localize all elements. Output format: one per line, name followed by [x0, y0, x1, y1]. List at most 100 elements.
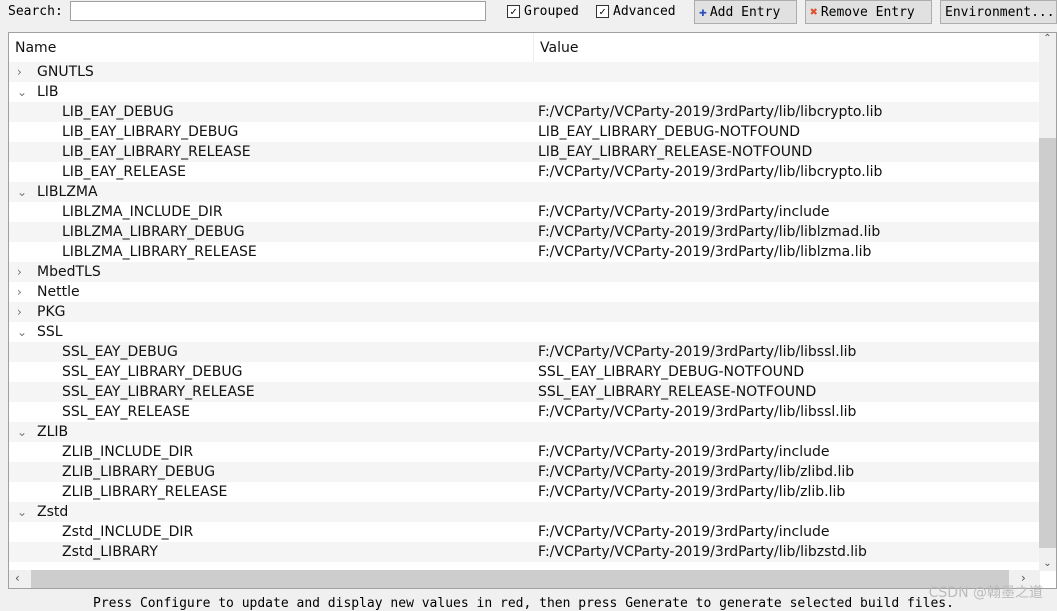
- tree-group[interactable]: ⌄ Zstd: [9, 502, 1040, 522]
- advanced-checkbox[interactable]: ✓ Advanced: [596, 4, 676, 19]
- table-row[interactable]: SSL_EAY_RELEASE F:/VCParty/VCParty-2019/3…: [9, 402, 1040, 422]
- entry-value[interactable]: SSL_EAY_LIBRARY_DEBUG-NOTFOUND: [538, 362, 804, 382]
- entry-value[interactable]: LIB_EAY_LIBRARY_DEBUG-NOTFOUND: [538, 122, 800, 142]
- entry-value[interactable]: F:/VCParty/VCParty-2019/3rdParty/lib/zli…: [538, 482, 845, 502]
- entry-value[interactable]: F:/VCParty/VCParty-2019/3rdParty/lib/lib…: [538, 342, 856, 362]
- search-label: Search:: [8, 4, 63, 19]
- grouped-checkbox[interactable]: ✓ Grouped: [507, 4, 579, 19]
- tree-group[interactable]: › Nettle: [9, 282, 1040, 302]
- advanced-label: Advanced: [613, 4, 676, 19]
- entry-name: GNUTLS: [37, 64, 94, 80]
- table-row[interactable]: LIB_EAY_RELEASE F:/VCParty/VCParty-2019/3…: [9, 162, 1040, 182]
- remove-entry-button[interactable]: ✖ Remove Entry: [805, 0, 932, 24]
- chevron-right-icon[interactable]: ›: [17, 262, 22, 282]
- watermark: CSDN @翰墨之道: [928, 585, 1043, 601]
- table-row[interactable]: LIB_EAY_LIBRARY_DEBUG LIB_EAY_LIBRARY_DEB…: [9, 122, 1040, 142]
- tree-group[interactable]: › MbedTLS: [9, 262, 1040, 282]
- entry-value[interactable]: F:/VCParty/VCParty-2019/3rdParty/lib/lib…: [538, 242, 871, 262]
- entry-name: LIB_EAY_DEBUG: [62, 104, 174, 120]
- entry-name: Zstd_LIBRARY: [62, 544, 158, 560]
- cache-tree[interactable]: Name Value › GNUTLS ⌄ LIB LIB_EAY_DEBUG F:/VC…: [8, 32, 1057, 589]
- column-value[interactable]: Value: [534, 33, 584, 62]
- chevron-down-icon[interactable]: ⌄: [17, 322, 27, 342]
- scroll-left-icon[interactable]: ‹: [15, 571, 20, 585]
- entry-value[interactable]: F:/VCParty/VCParty-2019/3rdParty/lib/zli…: [538, 462, 854, 482]
- table-row[interactable]: ZLIB_LIBRARY_RELEASE F:/VCParty/VCParty-2…: [9, 482, 1040, 502]
- table-row[interactable]: LIBLZMA_INCLUDE_DIR F:/VCParty/VCParty-20…: [9, 202, 1040, 222]
- scroll-down-icon[interactable]: ⌄: [1039, 558, 1056, 569]
- chevron-down-icon[interactable]: ⌄: [17, 182, 27, 202]
- entry-value[interactable]: F:/VCParty/VCParty-2019/3rdParty/lib/lib…: [538, 102, 882, 122]
- chevron-down-icon[interactable]: ⌄: [17, 502, 27, 522]
- column-name[interactable]: Name: [9, 33, 534, 62]
- tree-group[interactable]: ⌄ LIB: [9, 82, 1040, 102]
- entry-value[interactable]: F:/VCParty/VCParty-2019/3rdParty/include: [538, 442, 829, 462]
- search-input[interactable]: [70, 1, 486, 21]
- add-entry-label: Add Entry: [709, 4, 781, 20]
- horizontal-scroll-thumb[interactable]: [31, 570, 1009, 588]
- entry-value[interactable]: F:/VCParty/VCParty-2019/3rdParty/include: [538, 202, 829, 222]
- entry-name: ZLIB_LIBRARY_RELEASE: [62, 484, 228, 500]
- status-text: Press Configure to update and display ne…: [93, 596, 954, 611]
- entry-name: ZLIB: [37, 424, 69, 440]
- table-row[interactable]: ZLIB_INCLUDE_DIR F:/VCParty/VCParty-2019/…: [9, 442, 1040, 462]
- tree-group[interactable]: ⌄ SSL: [9, 322, 1040, 342]
- remove-entry-label: Remove Entry: [820, 4, 915, 20]
- table-row[interactable]: Zstd_LIBRARY F:/VCParty/VCParty-2019/3rdP…: [9, 542, 1040, 562]
- vertical-scrollbar[interactable]: ⌃ ⌄: [1039, 33, 1056, 571]
- entry-name: ZLIB_INCLUDE_DIR: [62, 444, 194, 460]
- entry-value[interactable]: F:/VCParty/VCParty-2019/3rdParty/include: [538, 522, 829, 542]
- entry-name: PKG: [37, 304, 66, 320]
- environment-label: Environment...: [945, 4, 1055, 20]
- entry-value[interactable]: LIB_EAY_LIBRARY_RELEASE-NOTFOUND: [538, 142, 812, 162]
- table-row[interactable]: LIB_EAY_LIBRARY_RELEASE LIB_EAY_LIBRARY_R…: [9, 142, 1040, 162]
- entry-value[interactable]: F:/VCParty/VCParty-2019/3rdParty/lib/lib…: [538, 542, 867, 562]
- grouped-label: Grouped: [524, 4, 579, 19]
- tree-group[interactable]: › GNUTLS: [9, 62, 1040, 82]
- chevron-right-icon[interactable]: ›: [17, 302, 22, 322]
- chevron-down-icon[interactable]: ⌄: [17, 82, 27, 102]
- horizontal-scrollbar[interactable]: ‹ ›: [9, 570, 1040, 588]
- entry-value[interactable]: SSL_EAY_LIBRARY_RELEASE-NOTFOUND: [538, 382, 816, 402]
- tree-group[interactable]: ⌄ LIBLZMA: [9, 182, 1040, 202]
- check-icon: ✓: [596, 5, 609, 18]
- table-row[interactable]: Zstd_INCLUDE_DIR F:/VCParty/VCParty-2019/…: [9, 522, 1040, 542]
- entry-name: Zstd: [37, 504, 69, 520]
- tree-header: Name Value: [9, 33, 1040, 62]
- entry-value[interactable]: F:/VCParty/VCParty-2019/3rdParty/lib/lib…: [538, 402, 856, 422]
- entry-name: SSL_EAY_DEBUG: [62, 344, 178, 360]
- vertical-scroll-thumb[interactable]: [1039, 138, 1056, 548]
- table-row[interactable]: SSL_EAY_LIBRARY_RELEASE SSL_EAY_LIBRARY_R…: [9, 382, 1040, 402]
- entry-name: LIB_EAY_RELEASE: [62, 164, 186, 180]
- chevron-right-icon[interactable]: ›: [17, 282, 22, 302]
- remove-icon: ✖: [810, 4, 818, 20]
- tree-group[interactable]: ⌄ ZLIB: [9, 422, 1040, 442]
- environment-button[interactable]: Environment...: [940, 0, 1057, 24]
- check-icon: ✓: [507, 5, 520, 18]
- table-row[interactable]: LIBLZMA_LIBRARY_RELEASE F:/VCParty/VCPart…: [9, 242, 1040, 262]
- entry-name: LIBLZMA_INCLUDE_DIR: [62, 204, 223, 220]
- table-row[interactable]: SSL_EAY_DEBUG F:/VCParty/VCParty-2019/3rd…: [9, 342, 1040, 362]
- entry-name: MbedTLS: [37, 264, 101, 280]
- table-row[interactable]: ZLIB_LIBRARY_DEBUG F:/VCParty/VCParty-201…: [9, 462, 1040, 482]
- table-row[interactable]: SSL_EAY_LIBRARY_DEBUG SSL_EAY_LIBRARY_DEB…: [9, 362, 1040, 382]
- entry-name: LIBLZMA: [37, 184, 98, 200]
- scroll-up-icon[interactable]: ⌃: [1039, 33, 1056, 44]
- table-row[interactable]: LIB_EAY_DEBUG F:/VCParty/VCParty-2019/3rd…: [9, 102, 1040, 122]
- entry-name: LIBLZMA_LIBRARY_DEBUG: [62, 224, 245, 240]
- entry-name: ZLIB_LIBRARY_DEBUG: [62, 464, 216, 480]
- entry-name: LIBLZMA_LIBRARY_RELEASE: [62, 244, 257, 260]
- entry-name: SSL_EAY_LIBRARY_DEBUG: [62, 364, 243, 380]
- tree-group[interactable]: › PKG: [9, 302, 1040, 322]
- toolbar: Search: ✓ Grouped ✓ Advanced ✚ Add Entry ✖ R…: [0, 0, 1057, 26]
- chevron-down-icon[interactable]: ⌄: [17, 422, 27, 442]
- table-row[interactable]: LIBLZMA_LIBRARY_DEBUG F:/VCParty/VCParty-…: [9, 222, 1040, 242]
- entry-name: SSL: [37, 324, 63, 340]
- entry-value[interactable]: F:/VCParty/VCParty-2019/3rdParty/lib/lib…: [538, 162, 882, 182]
- chevron-right-icon[interactable]: ›: [17, 62, 22, 82]
- entry-value[interactable]: F:/VCParty/VCParty-2019/3rdParty/lib/lib…: [538, 222, 880, 242]
- plus-icon: ✚: [699, 4, 707, 20]
- add-entry-button[interactable]: ✚ Add Entry: [694, 0, 797, 24]
- entry-name: LIB: [37, 84, 59, 100]
- entry-name: LIB_EAY_LIBRARY_RELEASE: [62, 144, 251, 160]
